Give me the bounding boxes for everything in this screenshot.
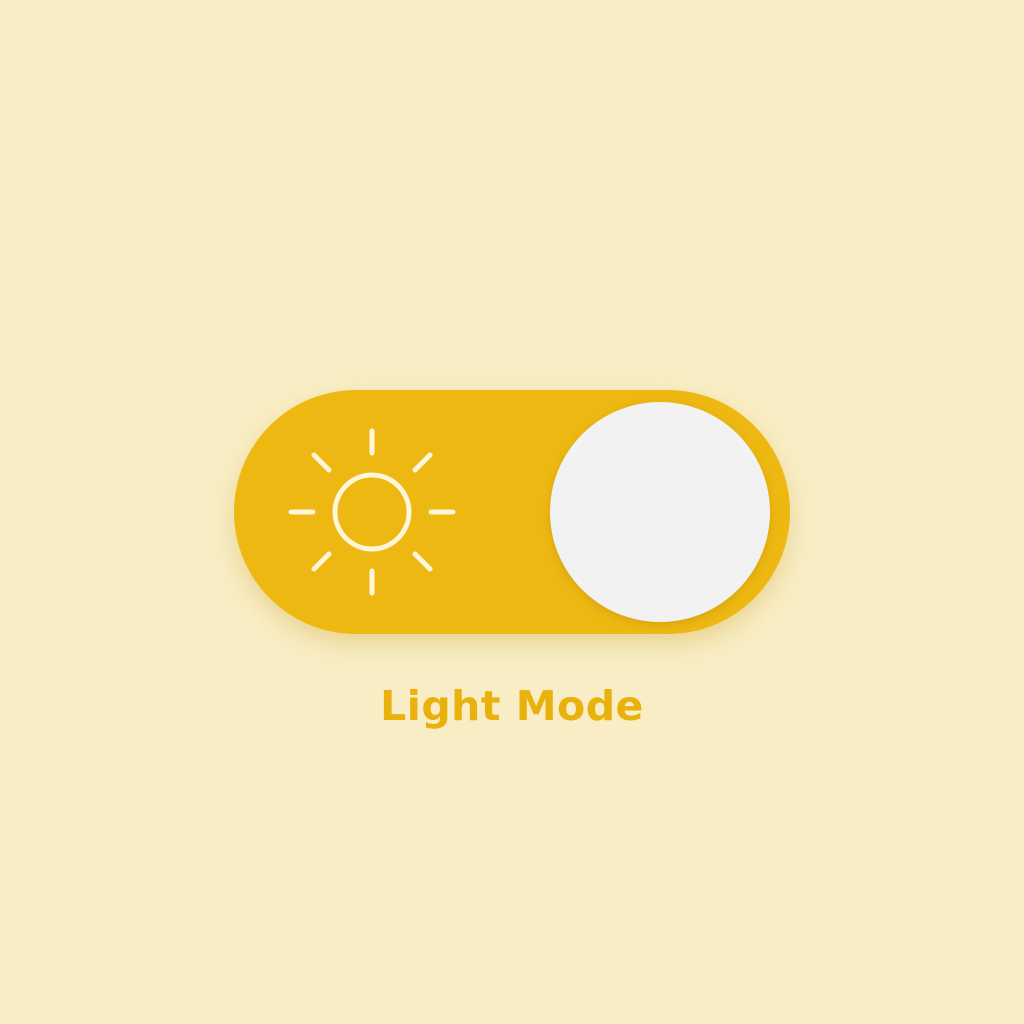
sun-icon xyxy=(286,426,458,598)
toggle-label: Light Mode xyxy=(380,682,644,730)
light-mode-toggle[interactable] xyxy=(234,390,790,634)
toggle-knob[interactable] xyxy=(550,402,770,622)
